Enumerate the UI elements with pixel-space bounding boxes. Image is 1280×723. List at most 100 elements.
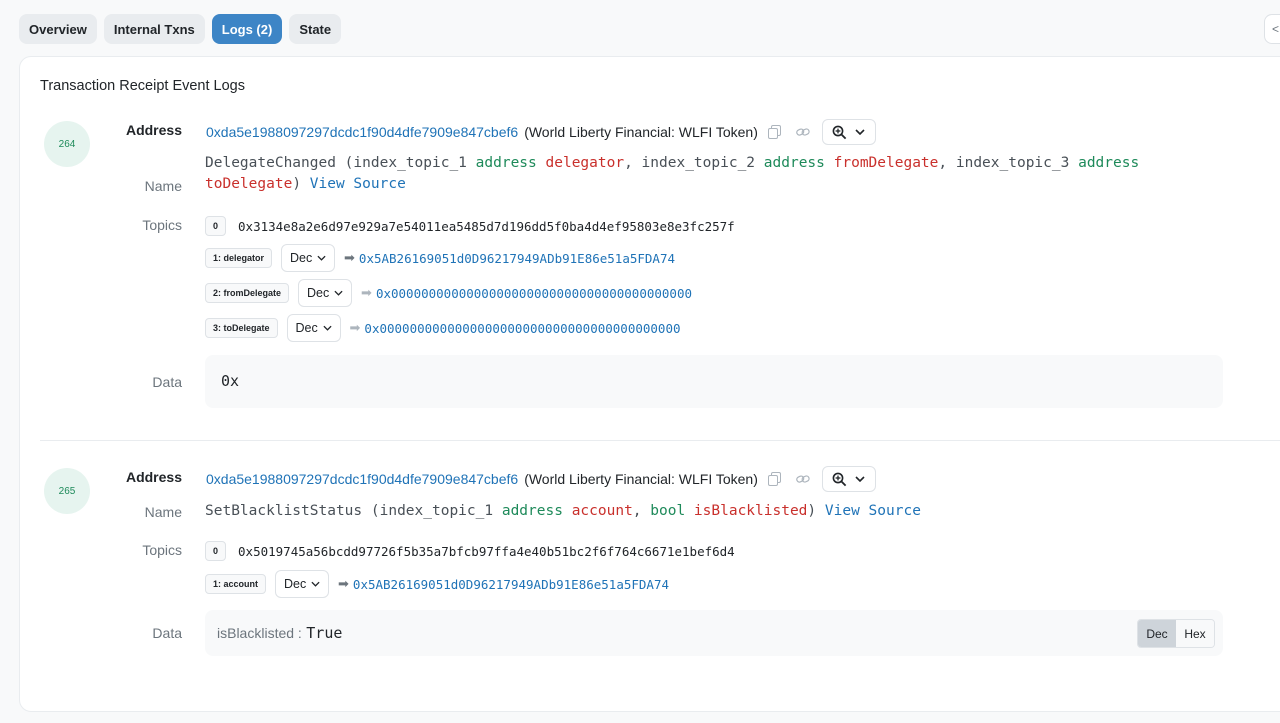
zoom-dropdown-button[interactable]: [821, 119, 876, 145]
zoom-icon: [832, 472, 847, 486]
hex-toggle-button[interactable]: Hex: [1176, 620, 1214, 647]
log-address-row: 0xda5e1988097297dcdc1f90d4dfe7909e847cbe…: [206, 119, 876, 145]
topic-index-badge: 0: [205, 541, 227, 561]
topic-index-badge: 2: fromDelegate: [205, 283, 290, 303]
sig-punct: (: [362, 503, 380, 519]
format-select-value: Dec: [284, 577, 307, 591]
chevron-down-icon: [855, 129, 865, 135]
format-select-value: Dec: [290, 251, 313, 265]
sig-param-name: index_topic_1: [379, 503, 494, 519]
sig-punct: ): [807, 503, 817, 519]
log-divider: [40, 440, 1280, 441]
tab-logs[interactable]: Logs (2): [211, 14, 283, 44]
sig-param-arg: toDelegate: [205, 176, 293, 192]
data-label: Data: [152, 374, 182, 390]
event-signature: DelegateChanged (index_topic_1 address d…: [205, 153, 1165, 195]
name-label: Name: [144, 504, 182, 520]
collapse-button[interactable]: <: [1264, 14, 1280, 44]
sig-param-type: address: [763, 155, 825, 171]
view-source-link[interactable]: View Source: [825, 503, 921, 519]
sig-param-type: address: [475, 155, 537, 171]
topic-row: 1: account Dec ➡ 0x5AB26169051d0D9621794…: [205, 570, 669, 598]
topic-row: 0 0x3134e8a2e6d97e929a7e54011ea5485d7d19…: [205, 216, 735, 236]
data-value: 0x: [221, 372, 240, 390]
sig-punct: ,: [938, 155, 956, 171]
sig-punct: ,: [624, 155, 642, 171]
tab-state[interactable]: State: [289, 14, 342, 44]
event-signature: SetBlacklistStatus (index_topic_1 addres…: [205, 501, 1165, 522]
sig-punct: ): [292, 176, 302, 192]
topic-row: 3: toDelegate Dec ➡ 0x000000000000000000…: [205, 314, 681, 342]
event-function-name: DelegateChanged: [205, 155, 336, 171]
data-value: True: [306, 624, 343, 642]
tab-overview[interactable]: Overview: [19, 14, 97, 44]
event-function-name: SetBlacklistStatus: [205, 503, 363, 519]
card-title: Transaction Receipt Event Logs: [40, 78, 245, 94]
tab-bar: Overview Internal Txns Logs (2) State: [19, 14, 342, 44]
topic-row: 1: delegator Dec ➡ 0x5AB26169051d0D96217…: [205, 244, 675, 272]
decoded-data: isBlacklisted : True: [217, 624, 342, 643]
data-key: isBlacklisted :: [217, 625, 302, 641]
data-box: 0x: [205, 355, 1223, 408]
format-select[interactable]: Dec: [275, 570, 330, 598]
link-icon[interactable]: [796, 125, 810, 139]
arrow-right-icon: ➡: [344, 250, 355, 265]
arrow-right-icon: ➡: [361, 285, 372, 300]
sig-param-type: bool: [650, 503, 686, 519]
chevron-down-icon: [311, 581, 320, 587]
sig-param-name: index_topic_2: [641, 155, 756, 171]
sig-param-name: index_topic_1: [353, 155, 467, 171]
topic-index-badge: 3: toDelegate: [205, 318, 278, 338]
topics-label: Topics: [142, 217, 182, 233]
decoded-topic-value[interactable]: 0x00000000000000000000000000000000000000…: [364, 321, 680, 336]
copy-icon[interactable]: [768, 125, 782, 139]
topics-label: Topics: [142, 542, 182, 558]
event-logs-card: Transaction Receipt Event Logs 264 Addre…: [19, 56, 1280, 712]
arrow-right-icon: ➡: [338, 576, 349, 591]
view-source-link[interactable]: View Source: [310, 176, 406, 192]
log-address-row: 0xda5e1988097297dcdc1f90d4dfe7909e847cbe…: [206, 466, 876, 492]
contract-address-link[interactable]: 0xda5e1988097297dcdc1f90d4dfe7909e847cbe…: [206, 471, 518, 487]
arrow-right-icon: ➡: [349, 320, 361, 335]
format-select[interactable]: Dec: [286, 314, 341, 342]
format-select-value: Dec: [295, 321, 318, 335]
data-label: Data: [152, 625, 182, 641]
contract-name: (World Liberty Financial: WLFI Token): [524, 471, 758, 487]
sig-param-arg: isBlacklisted: [693, 503, 808, 519]
format-select-value: Dec: [307, 286, 330, 300]
topic-hash: 0x3134e8a2e6d97e929a7e54011ea5485d7d196d…: [238, 218, 735, 234]
address-label: Address: [125, 122, 182, 138]
tab-internal-txns[interactable]: Internal Txns: [103, 14, 205, 44]
topic-index-badge: 0: [205, 216, 227, 236]
sig-param-arg: delegator: [545, 155, 625, 171]
sig-param-arg: fromDelegate: [833, 155, 939, 171]
chevron-down-icon: [855, 476, 865, 482]
contract-name: (World Liberty Financial: WLFI Token): [524, 124, 758, 140]
sig-punct: (: [335, 155, 354, 171]
decoded-topic-value[interactable]: 0x00000000000000000000000000000000000000…: [376, 286, 692, 301]
zoom-icon: [832, 125, 847, 139]
sig-param-type: address: [501, 503, 563, 519]
topic-row: 0 0x5019745a56bcdd97726f5b35a7bfcb97ffa4…: [205, 541, 735, 561]
copy-icon[interactable]: [768, 472, 782, 486]
chevron-down-icon: [322, 325, 332, 331]
chevron-down-icon: [334, 290, 343, 296]
format-select[interactable]: Dec: [298, 279, 353, 307]
data-box: isBlacklisted : True Dec Hex: [205, 610, 1223, 656]
zoom-dropdown-button[interactable]: [821, 466, 876, 492]
topic-index-badge: 1: account: [205, 574, 267, 594]
sig-punct: ,: [632, 503, 651, 519]
sig-param-arg: account: [571, 503, 633, 519]
sig-param-name: index_topic_3: [955, 155, 1070, 171]
name-label: Name: [144, 178, 182, 194]
topic-index-badge: 1: delegator: [205, 248, 273, 268]
decoded-topic-value[interactable]: 0x5AB26169051d0D96217949ADb91E86e51a5FDA…: [353, 577, 669, 592]
chevron-down-icon: [317, 255, 326, 261]
decoded-topic-value[interactable]: 0x5AB26169051d0D96217949ADb91E86e51a5FDA…: [359, 251, 675, 266]
format-select[interactable]: Dec: [281, 244, 336, 272]
topic-hash: 0x5019745a56bcdd97726f5b35a7bfcb97ffa4e4…: [238, 543, 735, 559]
contract-address-link[interactable]: 0xda5e1988097297dcdc1f90d4dfe7909e847cbe…: [206, 124, 518, 140]
link-icon[interactable]: [796, 472, 810, 486]
dec-toggle-button[interactable]: Dec: [1138, 620, 1176, 647]
topic-row: 2: fromDelegate Dec ➡ 0x0000000000000000…: [205, 279, 692, 307]
